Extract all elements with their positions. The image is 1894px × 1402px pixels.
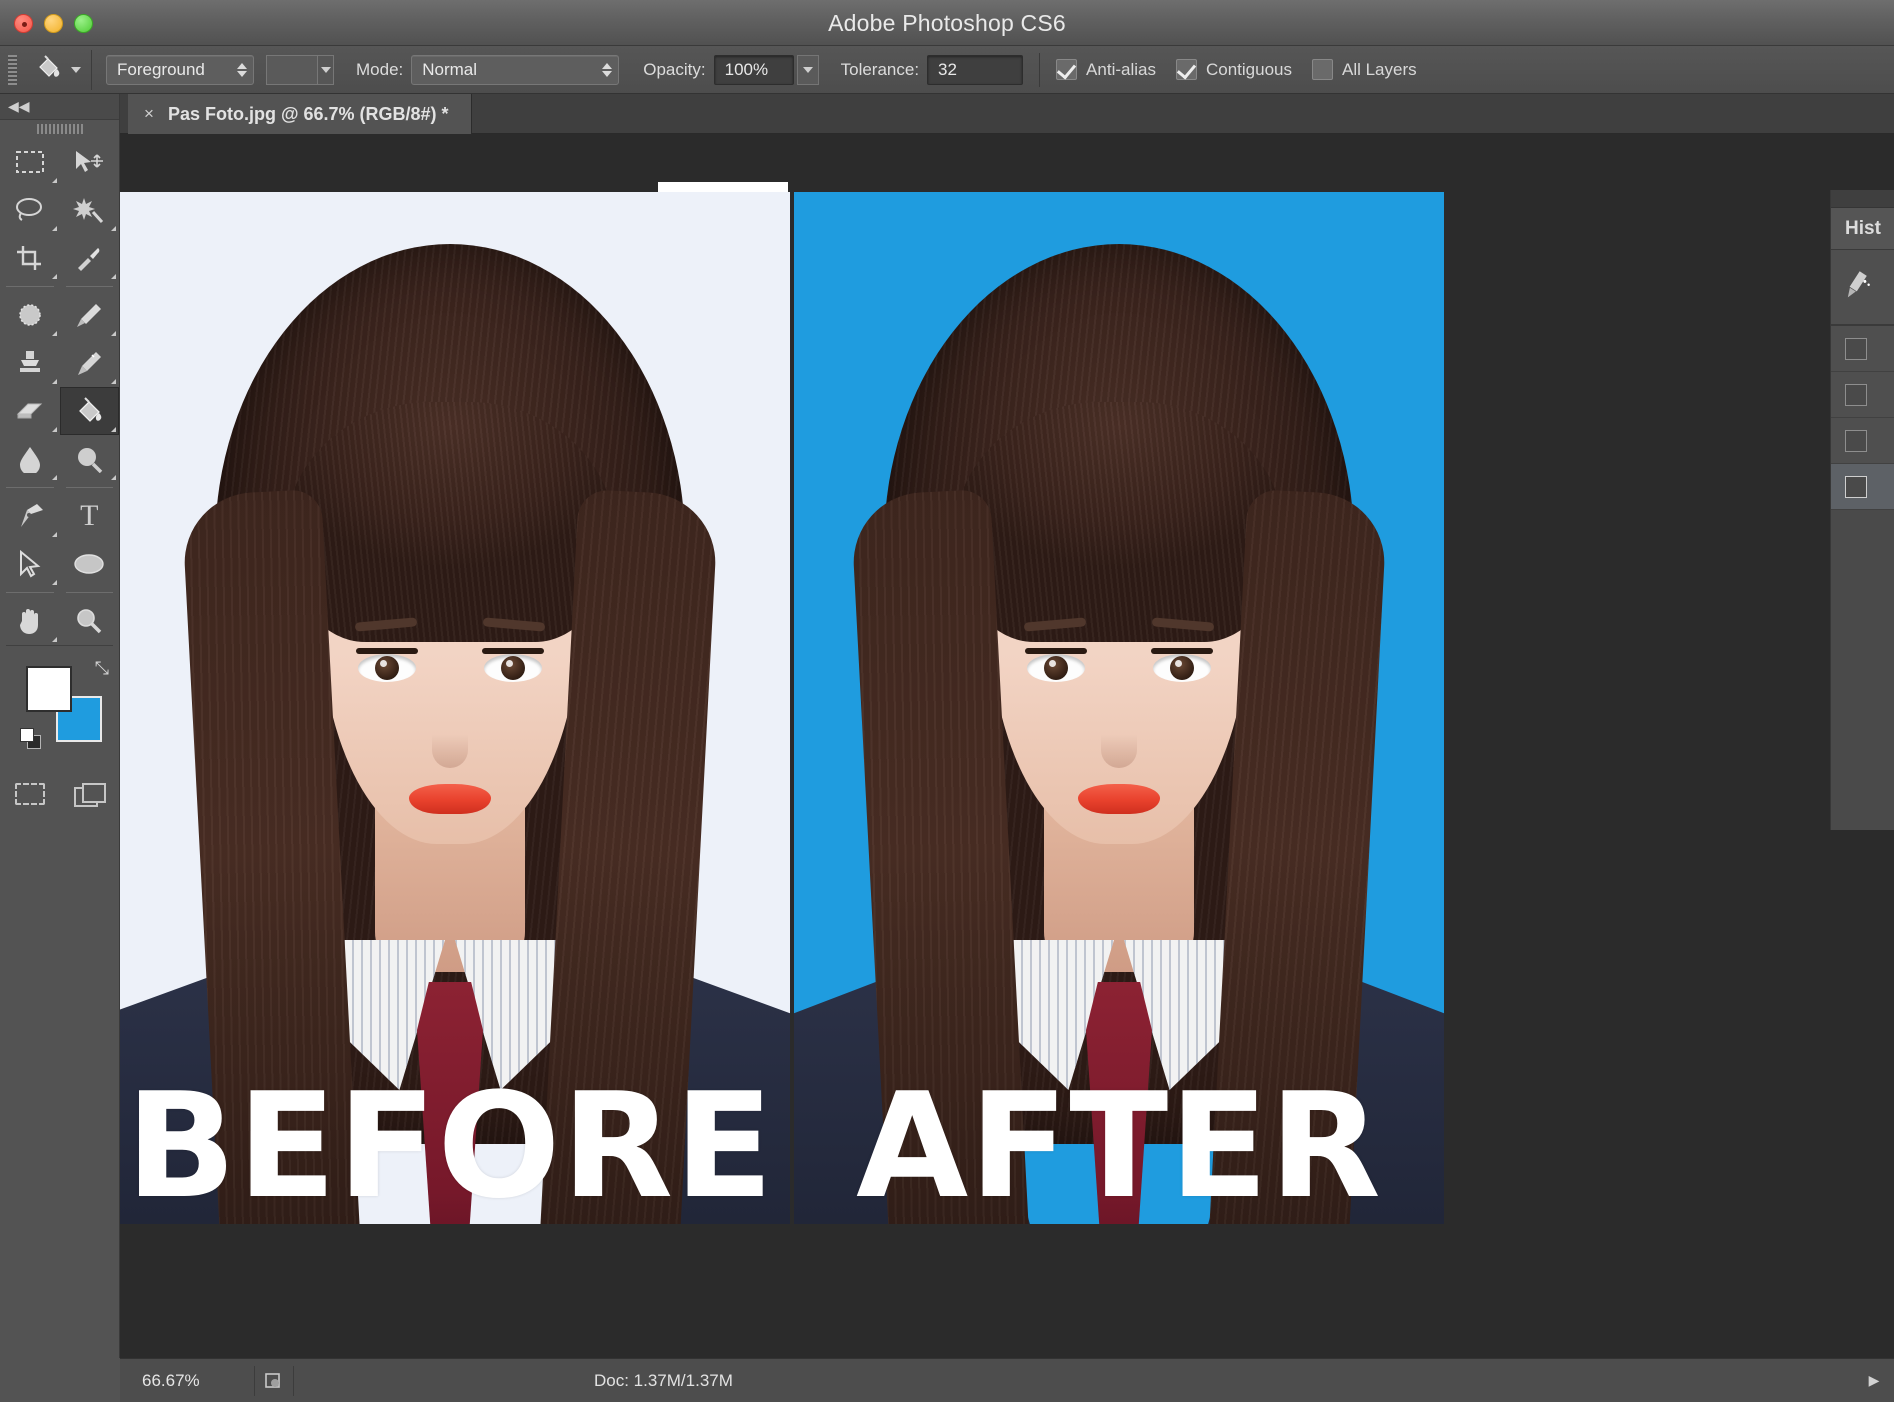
canvas-area[interactable]: BEFORE AFTER	[120, 134, 1894, 1358]
all-layers-label: All Layers	[1341, 59, 1417, 79]
quick-mask-button[interactable]	[0, 774, 60, 814]
clone-stamp-tool[interactable]	[0, 339, 60, 387]
anti-alias-label: Anti-alias	[1086, 59, 1156, 79]
before-image[interactable]: BEFORE	[120, 192, 790, 1224]
history-brush-tool[interactable]	[60, 339, 120, 387]
move-tool[interactable]	[60, 138, 120, 186]
history-state-thumb	[1845, 475, 1867, 498]
all-layers-checkbox[interactable]: All Layers	[1311, 59, 1417, 80]
toolbox-panel: ◀◀ T ⤡	[0, 94, 120, 1402]
status-bar-menu-icon[interactable]: ▶	[1854, 1366, 1894, 1396]
contiguous-checkbox[interactable]: Contiguous	[1175, 59, 1292, 80]
default-colors-icon[interactable]	[20, 728, 44, 752]
opacity-chevron-icon[interactable]	[796, 54, 819, 85]
collapse-icon: ◀◀	[8, 98, 30, 114]
history-state-row[interactable]	[1831, 464, 1894, 510]
opacity-input[interactable]: 100%	[713, 54, 794, 85]
contiguous-label: Contiguous	[1205, 59, 1292, 79]
mode-label: Mode:	[356, 59, 404, 79]
checkbox-icon[interactable]	[1056, 59, 1078, 80]
status-bar: 66.67% Doc: 1.37M/1.37M ▶	[120, 1358, 1894, 1402]
eraser-tool[interactable]	[0, 387, 60, 435]
after-image[interactable]: AFTER	[794, 192, 1444, 1224]
status-bar-left-filler	[0, 1358, 120, 1402]
close-icon[interactable]: ×	[144, 104, 154, 124]
tolerance-input[interactable]: 32	[927, 54, 1024, 85]
document-info-text: Doc: 1.37M/1.37M	[594, 1370, 733, 1390]
paint-bucket-icon	[33, 54, 63, 86]
history-state-row[interactable]	[1831, 326, 1894, 372]
quick-mask-icon	[14, 783, 45, 805]
chevron-down-icon[interactable]	[71, 66, 81, 73]
gradient-tool[interactable]	[0, 435, 60, 483]
swap-colors-icon[interactable]: ⤡	[95, 658, 109, 679]
document-tab-bar: × Pas Foto.jpg @ 66.7% (RGB/8#) *	[120, 94, 1894, 134]
blend-mode-value: Normal	[422, 59, 478, 79]
spot-healing-brush-tool[interactable]	[0, 291, 60, 339]
screen-mode-icon	[74, 783, 107, 807]
options-divider	[1039, 52, 1041, 87]
screen-mode-button[interactable]	[60, 774, 120, 814]
document-scale-icon[interactable]	[254, 1365, 294, 1396]
eyedropper-tool[interactable]	[60, 234, 120, 282]
mode-buttons	[0, 774, 119, 814]
document-tab-title: Pas Foto.jpg @ 66.7% (RGB/8#) *	[167, 103, 449, 124]
magic-wand-tool[interactable]	[60, 186, 120, 234]
after-label: AFTER	[856, 1062, 1382, 1224]
stepper-icon[interactable]	[602, 62, 613, 77]
history-snapshot-icon	[1840, 267, 1877, 307]
checkbox-icon[interactable]	[1175, 59, 1197, 80]
crop-tool[interactable]	[0, 234, 60, 282]
color-swatches: ⤡	[0, 652, 119, 762]
history-tab-label: Hist	[1845, 217, 1881, 239]
photoshop-window: Adobe Photoshop CS6 Foreground Mode: Nor…	[0, 0, 1894, 1402]
paint-bucket-tool[interactable]	[59, 387, 119, 435]
document-tab[interactable]: × Pas Foto.jpg @ 66.7% (RGB/8#) *	[128, 94, 472, 134]
type-tool-glyph: T	[80, 499, 99, 532]
foreground-color-swatch[interactable]	[26, 666, 72, 712]
panel-header-grip[interactable]	[1831, 190, 1894, 208]
stepper-icon[interactable]	[237, 62, 247, 77]
before-label: BEFORE	[125, 1062, 775, 1224]
fill-source-select[interactable]: Foreground	[106, 54, 254, 85]
window-title: Adobe Photoshop CS6	[828, 10, 1066, 36]
title-bar: Adobe Photoshop CS6	[0, 0, 1894, 46]
brush-tool[interactable]	[60, 291, 120, 339]
history-state-thumb	[1845, 383, 1867, 406]
zoom-level-input[interactable]: 66.67%	[134, 1367, 254, 1395]
options-bar-grip[interactable]	[8, 54, 17, 85]
horizontal-type-tool[interactable]: T	[60, 492, 120, 540]
history-snapshot-row[interactable]	[1831, 250, 1894, 326]
pen-tool[interactable]	[0, 492, 60, 540]
history-state-thumb	[1845, 429, 1867, 452]
history-state-row[interactable]	[1831, 372, 1894, 418]
tolerance-label: Tolerance:	[840, 59, 920, 79]
rectangular-marquee-tool[interactable]	[0, 138, 60, 186]
checkbox-icon[interactable]	[1311, 59, 1333, 80]
toolbox-grip[interactable]	[0, 120, 119, 138]
blend-mode-select[interactable]: Normal	[411, 54, 620, 85]
pattern-swatch[interactable]	[266, 54, 318, 85]
tool-preset-picker[interactable]	[29, 49, 92, 90]
blur-tool[interactable]	[60, 435, 120, 483]
anti-alias-checkbox[interactable]: Anti-alias	[1056, 59, 1156, 80]
history-panel: Hist	[1830, 190, 1894, 830]
options-bar: Foreground Mode: Normal Opacity: 100% To…	[0, 46, 1894, 94]
tab-history[interactable]: Hist	[1831, 208, 1894, 250]
history-state-thumb	[1845, 337, 1867, 360]
toolbox-tool-grid: T	[0, 138, 119, 645]
pattern-picker-chevron-icon[interactable]	[318, 54, 334, 85]
zoom-tool[interactable]	[60, 597, 120, 645]
path-selection-tool[interactable]	[0, 540, 60, 588]
toolbox-collapse-button[interactable]: ◀◀	[0, 94, 119, 120]
lasso-tool[interactable]	[0, 186, 60, 234]
fill-source-value: Foreground	[117, 59, 205, 79]
ellipse-tool[interactable]	[60, 540, 120, 588]
history-state-row[interactable]	[1831, 418, 1894, 464]
opacity-label: Opacity:	[643, 59, 706, 79]
hand-tool[interactable]	[0, 597, 60, 645]
